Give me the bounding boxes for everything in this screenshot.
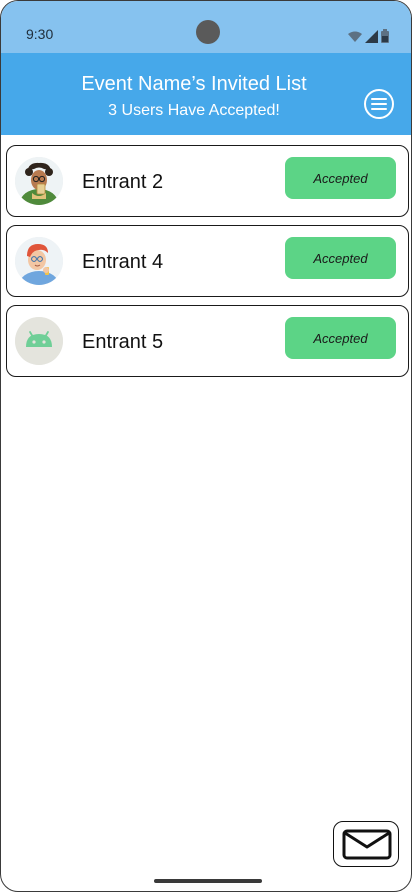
envelope-icon: [342, 829, 392, 860]
status-icons: [348, 27, 389, 43]
phone-screen: 9:30 Event Name’s Invited List 3 Users H…: [0, 0, 412, 892]
app-header: Event Name’s Invited List 3 Users Have A…: [1, 53, 411, 135]
android-robot-avatar: [15, 317, 63, 365]
home-indicator[interactable]: [154, 879, 262, 883]
entrant-name: Entrant 4: [82, 251, 164, 273]
accepted-count-subtitle: 3 Users Have Accepted!: [108, 102, 280, 119]
mail-button[interactable]: [333, 821, 399, 867]
signal-icon: [365, 30, 378, 43]
entrant-name: Entrant 5: [82, 331, 164, 353]
hamburger-menu-icon[interactable]: [364, 89, 394, 119]
red-hair-person-avatar: [15, 237, 63, 285]
entrant-name: Entrant 2: [82, 171, 164, 193]
front-camera: [196, 20, 220, 44]
list-item[interactable]: Entrant 5 Accepted: [6, 305, 409, 377]
list-item[interactable]: Entrant 4 Accepted: [6, 225, 409, 297]
accepted-status-button[interactable]: Accepted: [285, 157, 396, 199]
page-title: Event Name’s Invited List: [81, 73, 307, 95]
battery-icon: [381, 29, 389, 43]
status-time: 9:30: [26, 26, 54, 42]
wifi-icon: [348, 31, 362, 42]
person-with-drink-avatar: [15, 157, 63, 205]
accepted-status-button[interactable]: Accepted: [285, 317, 396, 359]
list-item[interactable]: Entrant 2 Accepted: [6, 145, 409, 217]
accepted-status-button[interactable]: Accepted: [285, 237, 396, 279]
invited-list: Entrant 2 Accepted Entrant 4 Accepted En…: [6, 145, 409, 385]
status-bar: 9:30: [1, 1, 411, 53]
